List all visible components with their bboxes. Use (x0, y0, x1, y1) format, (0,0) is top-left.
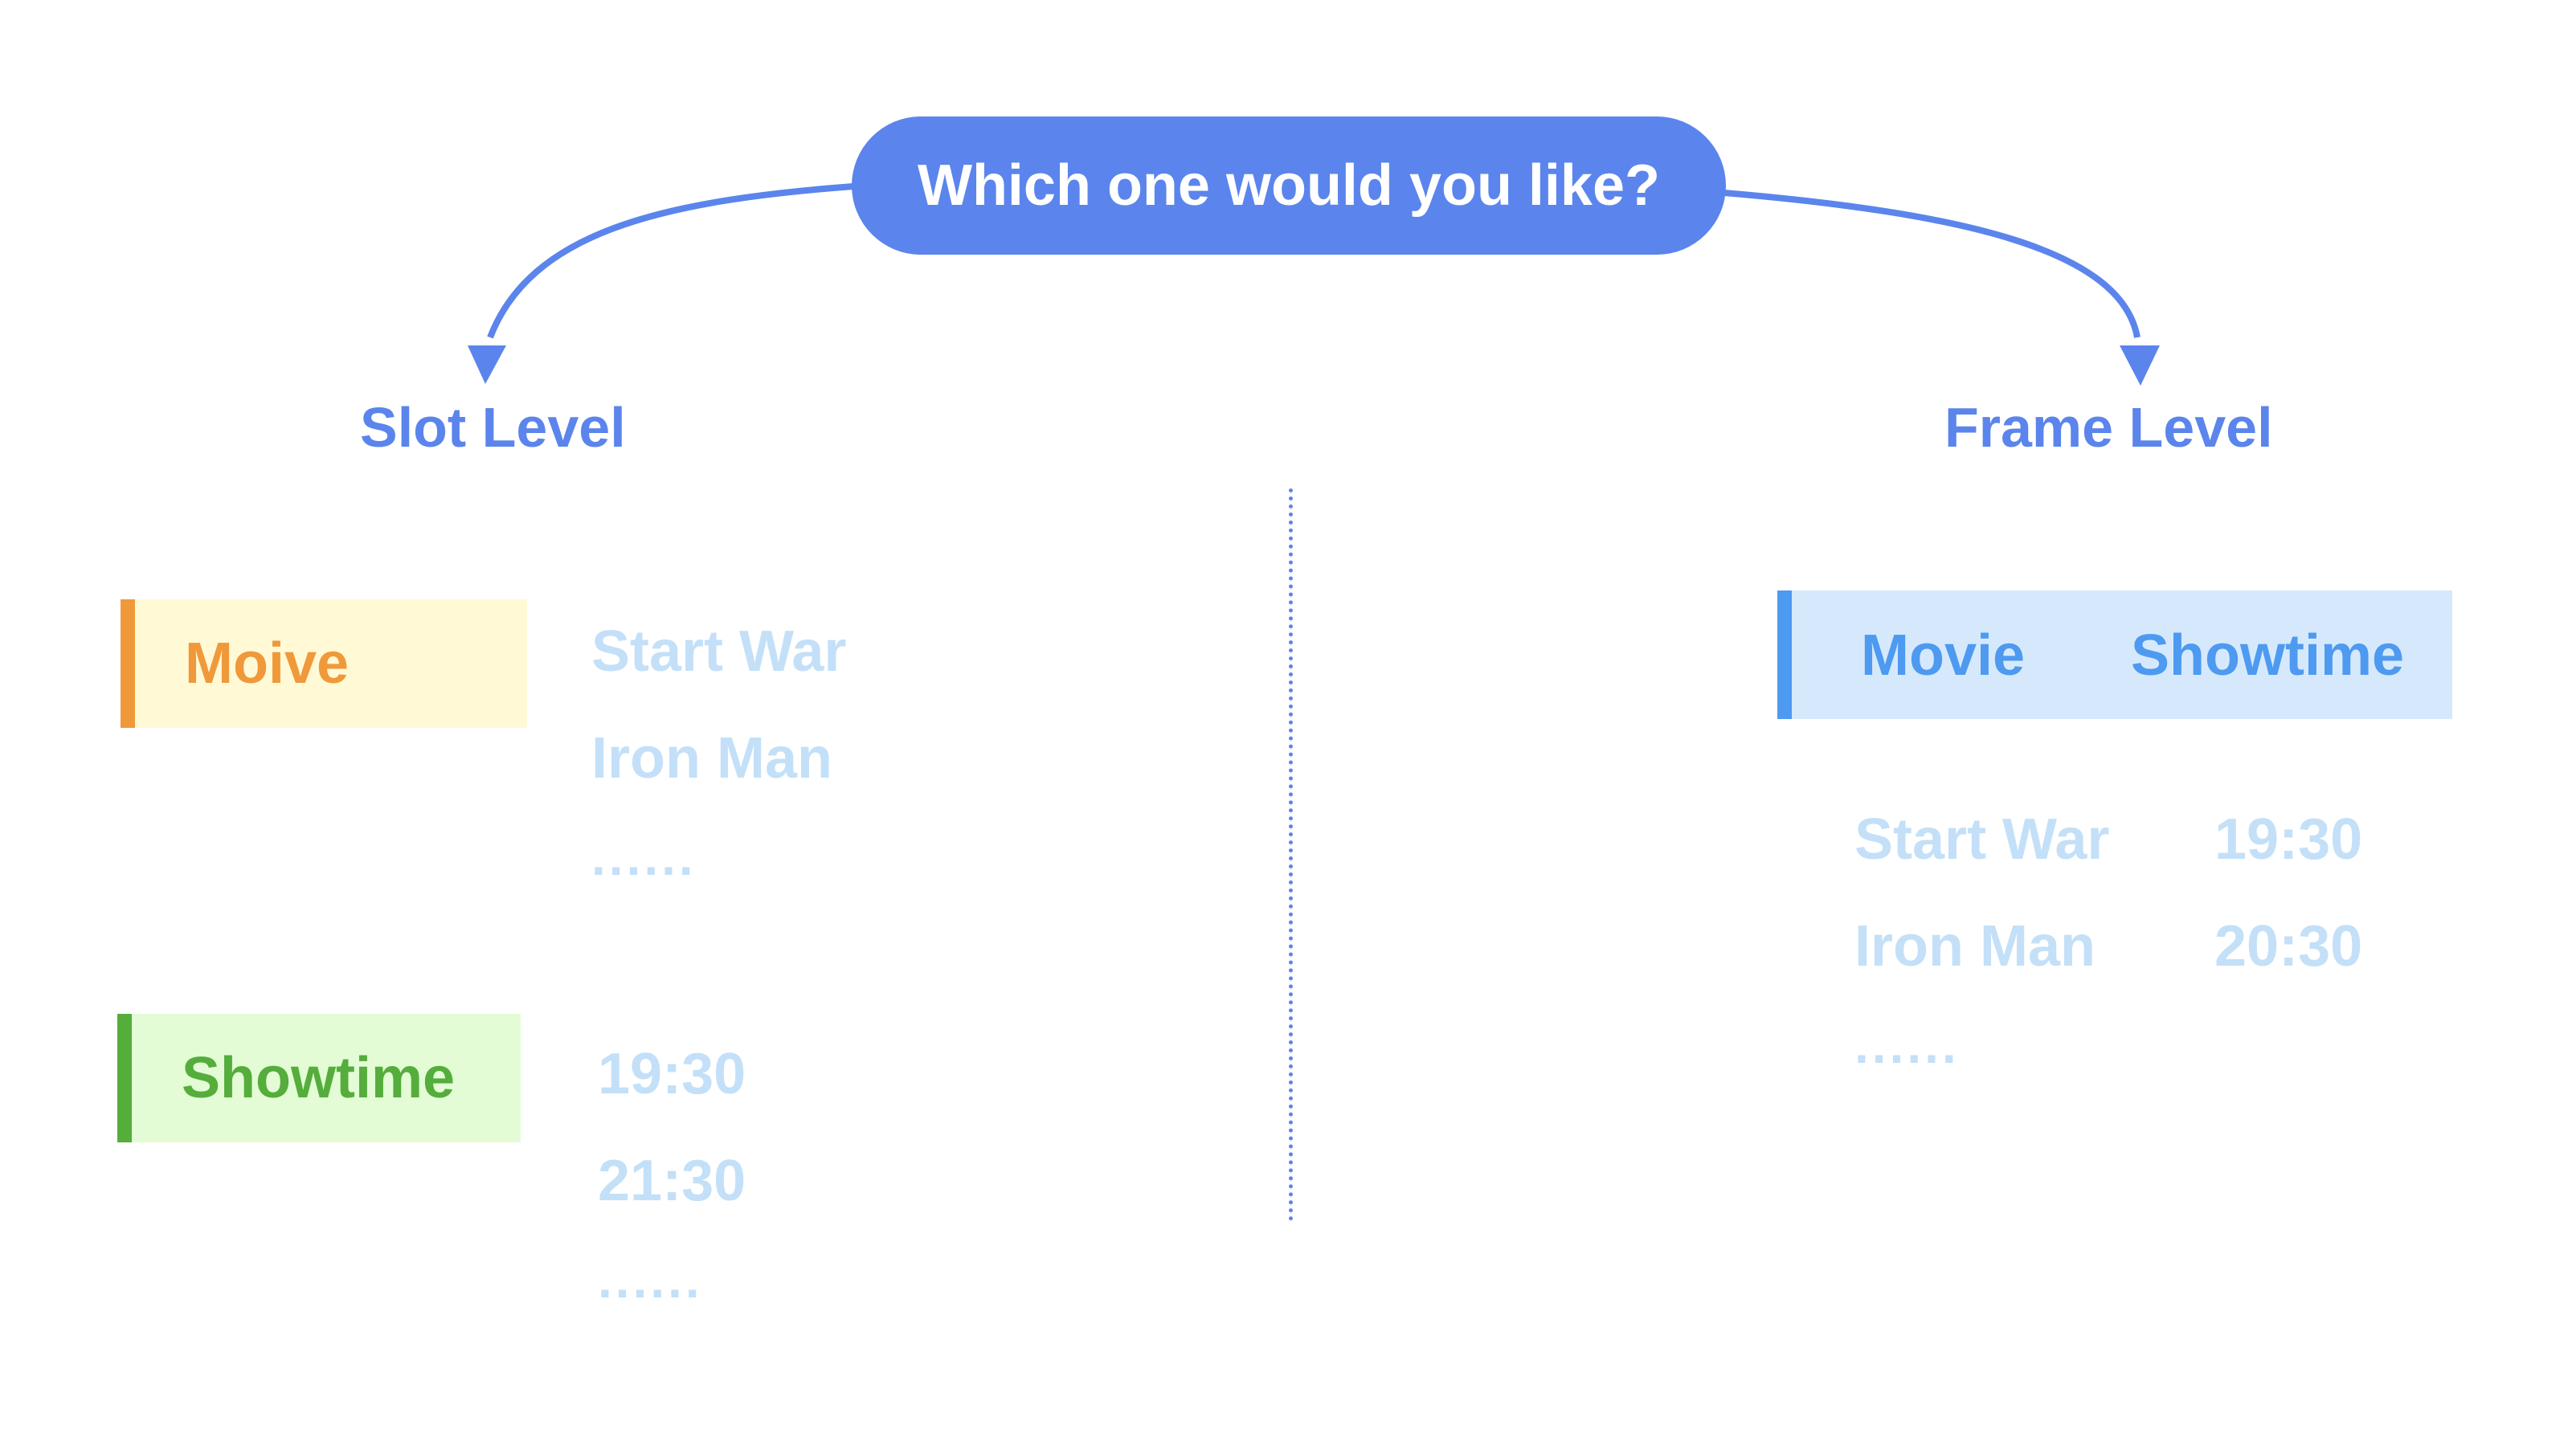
slot-tag-movie: Moive (121, 599, 527, 728)
slot-tag-label: Showtime (182, 1046, 456, 1110)
slot-value: Start War (591, 619, 847, 684)
frame-more-ellipsis: ...... (1854, 1016, 1960, 1074)
frame-cell-movie: Iron Man (1854, 914, 2096, 979)
slot-tag-label: Moive (185, 631, 350, 696)
frame-cell-showtime: 20:30 (2214, 914, 2363, 979)
arrow-head-slot-level (468, 345, 506, 384)
frame-cell-showtime: 19:30 (2214, 807, 2363, 872)
slot-value: Iron Man (591, 726, 832, 791)
section-divider (1289, 488, 1293, 1221)
arrow-head-frame-level (2120, 345, 2160, 386)
frame-level-title: Frame Level (1944, 396, 2273, 459)
arrow-to-frame-level (1723, 190, 2141, 338)
question-text: Which one would you like? (917, 153, 1660, 218)
slot-value: 21:30 (598, 1149, 746, 1213)
slot-more-ellipsis: ...... (591, 828, 697, 886)
frame-header-showtime: Showtime (2131, 623, 2405, 688)
slot-more-ellipsis: ...... (598, 1251, 703, 1309)
slot-level-title: Slot Level (360, 396, 626, 459)
frame-header: Movie Showtime (1777, 590, 2452, 719)
arrow-to-slot-level (487, 183, 854, 339)
frame-cell-movie: Start War (1854, 807, 2110, 872)
frame-header-movie: Movie (1861, 623, 2026, 688)
slot-value: 19:30 (598, 1042, 746, 1106)
slot-tag-showtime: Showtime (117, 1014, 521, 1142)
question-bubble: Which one would you like? (852, 116, 1726, 255)
